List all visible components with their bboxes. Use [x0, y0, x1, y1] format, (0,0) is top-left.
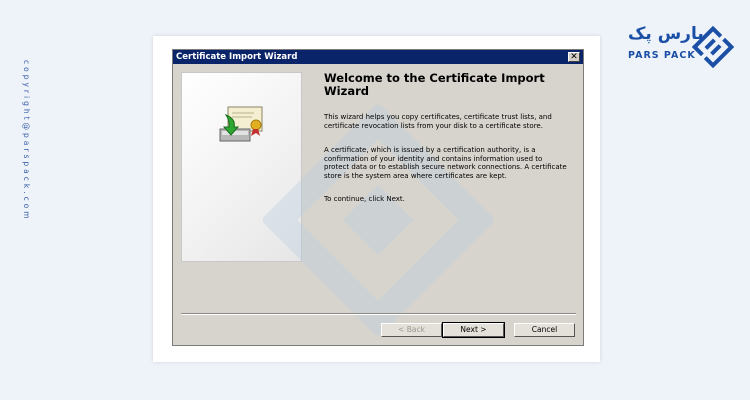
close-icon: ✕ [570, 52, 578, 62]
logo-text-en: PARS PACK [628, 50, 696, 61]
footer-separator [181, 313, 576, 315]
next-button[interactable]: Next > [442, 322, 505, 338]
cancel-button[interactable]: Cancel [514, 323, 575, 337]
continue-paragraph: To continue, click Next. [324, 195, 405, 203]
copyright-text: copyright@parspack.com [22, 60, 31, 222]
back-button[interactable]: < Back [381, 323, 442, 337]
watermark-diamond-icon [263, 105, 493, 335]
wizard-certificate-icon [219, 106, 263, 142]
intro-paragraph: This wizard helps you copy certificates,… [324, 113, 552, 130]
certificate-paragraph: A certificate, which is issued by a cert… [324, 146, 567, 180]
window-title: Certificate Import Wizard [176, 52, 298, 62]
certificate-import-wizard-dialog: Certificate Import Wizard ✕ Welcome to t… [172, 49, 584, 346]
parspack-logo: پارس پک PARS PACK [628, 24, 738, 82]
title-bar[interactable]: Certificate Import Wizard ✕ [173, 50, 583, 64]
wizard-heading: Welcome to the Certificate Import Wizard [324, 71, 545, 98]
close-button[interactable]: ✕ [568, 52, 580, 62]
parspack-logo-icon [692, 26, 734, 68]
